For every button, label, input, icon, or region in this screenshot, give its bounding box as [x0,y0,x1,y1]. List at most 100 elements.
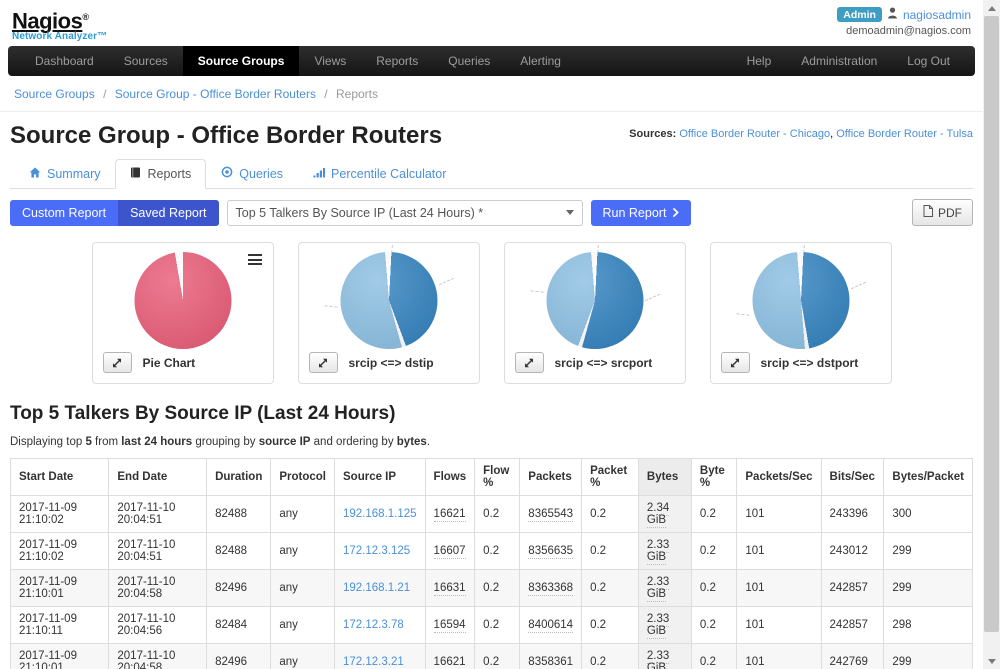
column-header[interactable]: Bytes [638,459,691,496]
column-header[interactable]: Flow % [475,459,520,496]
main-navbar: Dashboard Sources Source Groups Views Re… [8,46,975,76]
column-header[interactable]: Flows [425,459,475,496]
table-cell: 101 [737,533,821,570]
expand-chart-button[interactable] [103,352,132,373]
tab-percentile-calculator[interactable]: Percentile Calculator [298,159,461,189]
table-cell: 2017-11-09 21:10:02 [11,533,109,570]
column-header[interactable]: Bits/Sec [821,459,884,496]
column-header[interactable]: Duration [207,459,271,496]
table-cell: 2.33 GiB [638,644,691,669]
table-cell: 101 [737,607,821,644]
nav-item-dashboard[interactable]: Dashboard [20,46,109,76]
nav-item-queries[interactable]: Queries [433,46,505,76]
table-cell: 0.2 [691,533,736,570]
navbar-left: Dashboard Sources Source Groups Views Re… [8,46,576,76]
tab-summary[interactable]: Summary [14,159,115,189]
table-cell: 2.34 GiB [638,496,691,533]
nav-item-reports[interactable]: Reports [361,46,433,76]
table-cell: any [271,533,335,570]
column-header[interactable]: Protocol [271,459,335,496]
table-cell: 0.2 [475,533,520,570]
nav-item-alerting[interactable]: Alerting [505,46,576,76]
sources-separator: , [830,128,833,140]
source-ip-link[interactable]: 172.12.3.21 [343,656,404,668]
pie-leader-line [644,293,659,300]
report-select-value: Top 5 Talkers By Source IP (Last 24 Hour… [236,206,484,220]
table-cell: 300 [884,496,973,533]
chart-menu-icon[interactable] [248,254,262,268]
column-header[interactable]: Start Date [11,459,109,496]
source-ip-link[interactable]: 172.12.3.125 [343,545,410,557]
scroll-down-icon[interactable] [983,653,1000,669]
signal-bars-icon [313,167,325,181]
breadcrumb-source-groups[interactable]: Source Groups [14,87,95,101]
username-link[interactable]: nagiosadmin [903,8,971,22]
table-cell: 0.2 [475,644,520,669]
nav-item-logout[interactable]: Log Out [892,46,965,76]
nagios-logo[interactable]: Nagios® Network Analyzer™ [12,7,107,42]
tab-queries[interactable]: Queries [206,159,298,189]
tab-reports[interactable]: Reports [115,159,206,189]
column-header[interactable]: Bytes/Packet [884,459,973,496]
pie-leader-line [736,313,749,316]
page-title: Source Group - Office Border Routers [10,122,442,150]
breadcrumb-source-group[interactable]: Source Group - Office Border Routers [115,87,316,101]
column-header[interactable]: Packet % [582,459,639,496]
table-row: 2017-11-09 21:10:022017-11-10 20:04:5182… [11,496,973,533]
source-link-chicago[interactable]: Office Border Router - Chicago [679,128,830,140]
pdf-label: PDF [938,206,962,220]
table-cell: 172.12.3.78 [335,607,426,644]
table-cell: 82488 [207,533,271,570]
nav-item-source-groups[interactable]: Source Groups [183,46,300,76]
report-controls: Custom Report Saved Report Top 5 Talkers… [10,199,973,226]
scroll-up-icon[interactable] [983,0,1000,16]
table-cell: 16607 [425,533,475,570]
table-cell: any [271,607,335,644]
column-header[interactable]: Packets [520,459,582,496]
run-report-button[interactable]: Run Report [591,200,692,226]
expand-chart-button[interactable] [309,352,338,373]
column-header[interactable]: Source IP [335,459,426,496]
pdf-button[interactable]: PDF [912,199,973,226]
scrollbar-thumb[interactable] [984,16,999,632]
column-header[interactable]: End Date [109,459,207,496]
source-ip-link[interactable]: 192.168.1.125 [343,508,417,520]
expand-chart-button[interactable] [515,352,544,373]
table-row: 2017-11-09 21:10:012017-11-10 20:04:5882… [11,570,973,607]
nav-item-views[interactable]: Views [299,46,361,76]
table-cell: 16621 [425,496,475,533]
chart-label: srcip <=> dstip [349,356,434,370]
column-header[interactable]: Packets/Sec [737,459,821,496]
table-cell: 0.2 [475,570,520,607]
pie-chart [340,252,437,349]
saved-report-button[interactable]: Saved Report [118,200,218,226]
source-ip-link[interactable]: 192.168.1.21 [343,582,410,594]
nav-item-administration[interactable]: Administration [786,46,892,76]
table-cell: 0.2 [475,496,520,533]
table-cell: 242857 [821,570,884,607]
column-header[interactable]: Byte % [691,459,736,496]
table-cell: 0.2 [691,496,736,533]
breadcrumb-current: Reports [336,87,378,101]
nav-item-help[interactable]: Help [732,46,787,76]
chart-panel-srcip-srcport: srcip <=> srcport [504,242,686,384]
report-select[interactable]: Top 5 Talkers By Source IP (Last 24 Hour… [227,200,583,226]
brand-name: Nagios® [12,7,107,31]
file-pdf-icon [923,205,933,220]
chevron-right-icon [673,206,679,220]
table-cell: 2017-11-10 20:04:51 [109,496,207,533]
expand-chart-button[interactable] [721,352,750,373]
home-icon [29,167,41,181]
user-block: Admin nagiosadmin demoadmin@nagios.com [837,7,971,42]
source-link-tulsa[interactable]: Office Border Router - Tulsa [836,128,973,140]
custom-report-button[interactable]: Custom Report [10,200,118,226]
vertical-scrollbar[interactable] [983,0,1000,669]
table-cell: 192.168.1.21 [335,570,426,607]
table-cell: 2017-11-09 21:10:02 [11,496,109,533]
sources-line: Sources: Office Border Router - Chicago,… [629,128,973,150]
nav-item-sources[interactable]: Sources [109,46,183,76]
source-ip-link[interactable]: 172.12.3.78 [343,619,404,631]
caret-down-icon [566,210,574,215]
pie-chart [134,252,231,349]
table-cell: 299 [884,570,973,607]
